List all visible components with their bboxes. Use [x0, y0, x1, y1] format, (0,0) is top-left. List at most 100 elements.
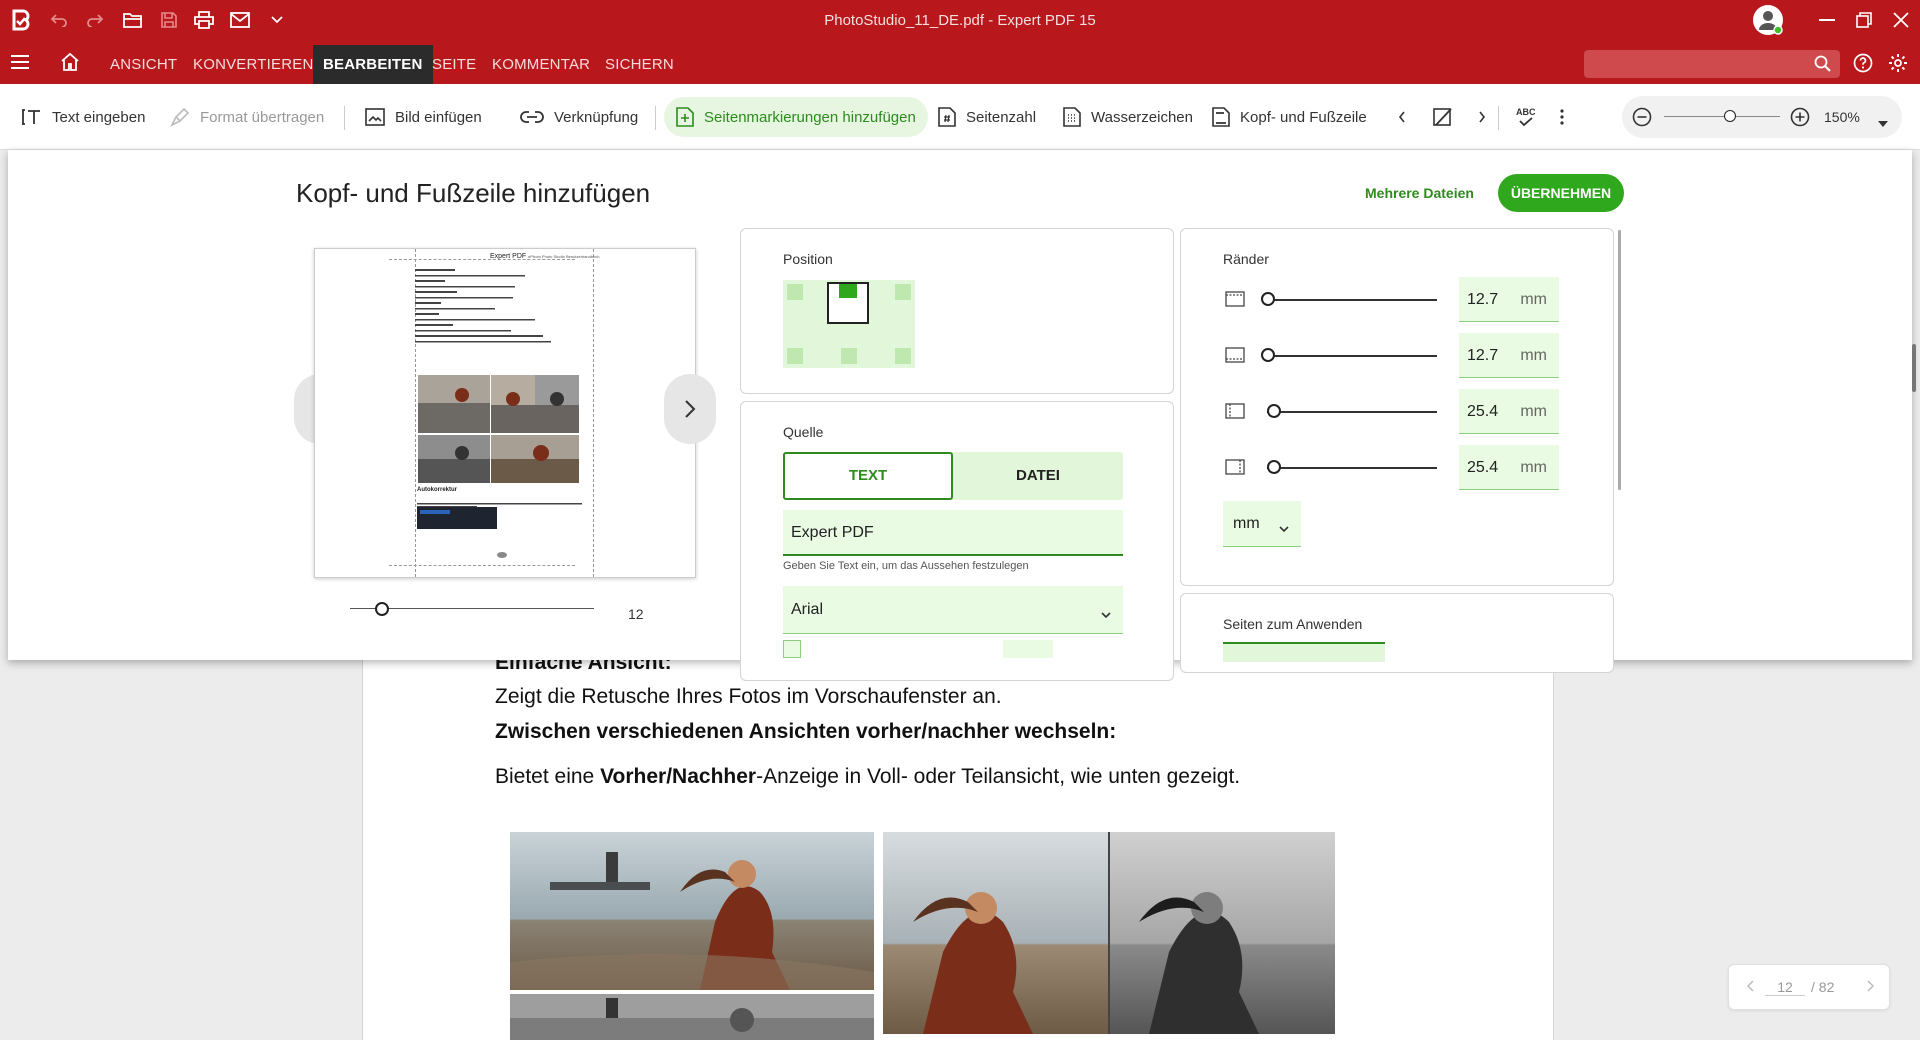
margin-top-slider-knob[interactable]: [1261, 292, 1275, 306]
format-uebertragen-button[interactable]: Format übertragen: [162, 97, 332, 137]
seiten-label: Seiten zum Anwenden: [1223, 616, 1363, 632]
doc-text-span: Bietet eine: [495, 765, 601, 788]
unit-select[interactable]: mm: [1223, 501, 1301, 547]
help-icon[interactable]: [1853, 53, 1873, 78]
bild-einfuegen-button[interactable]: Bild einfügen: [357, 97, 490, 137]
preview-photo-thumb: [491, 375, 579, 433]
seiten-toggle[interactable]: [1223, 642, 1385, 662]
window-title: PhotoStudio_11_DE.pdf - Expert PDF 15: [824, 12, 1096, 29]
chevron-right-icon: [1478, 111, 1486, 123]
zoom-slider-track[interactable]: [1664, 116, 1780, 117]
tab-ansicht[interactable]: ANSICHT: [100, 45, 187, 84]
tab-konvertieren[interactable]: KONVERTIEREN: [183, 45, 323, 84]
next-page-icon[interactable]: [1867, 979, 1875, 995]
quelle-label: Quelle: [783, 424, 824, 440]
margin-bottom-slider-track[interactable]: [1267, 355, 1437, 357]
raender-card: Ränder 12.7 mm 12.7 mm 25.4 mm 25.4 mm mm: [1180, 228, 1614, 586]
zoom-dropdown-icon[interactable]: [1878, 114, 1888, 132]
page-number-input[interactable]: 12: [1765, 979, 1805, 996]
zoom-control: 150%: [1622, 96, 1902, 138]
redact-button[interactable]: [1424, 97, 1462, 137]
doc-bold-span: Vorher/Nachher: [600, 765, 757, 788]
kopf-fusszeile-label: Kopf- und Fußzeile: [1240, 108, 1367, 126]
margin-right-slider-knob[interactable]: [1267, 460, 1281, 474]
zoom-out-icon[interactable]: [1632, 107, 1652, 132]
font-style-control[interactable]: [783, 640, 801, 658]
ribbon-separator: [655, 106, 656, 130]
margin-top-input[interactable]: 12.7 mm: [1459, 277, 1559, 322]
search-icon[interactable]: [1814, 55, 1832, 78]
position-cell-bottom-right[interactable]: [895, 348, 911, 364]
preview-photo-thumb: [491, 435, 579, 483]
bild-einfuegen-label: Bild einfügen: [395, 108, 482, 126]
margin-bottom-slider-knob[interactable]: [1261, 348, 1275, 362]
title-bar: PhotoStudio_11_DE.pdf - Expert PDF 15: [0, 0, 1920, 40]
wasserzeichen-button[interactable]: Wasserzeichen: [1055, 97, 1201, 137]
document-scrollbar-thumb[interactable]: [1912, 344, 1916, 392]
position-cell-bottom-left[interactable]: [787, 348, 803, 364]
close-icon[interactable]: [1886, 8, 1916, 32]
seitenmarkierungen-button[interactable]: Seitenmarkierungen hinzufügen: [664, 97, 928, 137]
margin-top-unit: mm: [1520, 291, 1547, 308]
position-cell-top-center[interactable]: [827, 282, 869, 324]
font-select-value: Arial: [791, 601, 824, 618]
position-cell-top-right[interactable]: [895, 284, 911, 300]
tab-seite[interactable]: SEITE: [422, 45, 486, 84]
margin-left-value: 25.4: [1467, 403, 1499, 420]
spell-check-button[interactable]: ABC: [1508, 97, 1544, 137]
verknuepfung-button[interactable]: Verknüpfung: [512, 97, 646, 137]
text-eingeben-label: Text eingeben: [52, 108, 146, 126]
margin-left-slider-track[interactable]: [1267, 411, 1437, 413]
preview-screenshot-thumb: [417, 507, 497, 529]
preview-page: Expert PDF ePhoto Photo Studio Benutzerh…: [314, 248, 696, 578]
search-input[interactable]: [1584, 50, 1840, 78]
preview-next-button[interactable]: [664, 374, 716, 444]
font-size-control[interactable]: [1003, 640, 1053, 658]
preview-photo-thumb: [418, 435, 490, 483]
margin-right-input[interactable]: 25.4 mm: [1459, 445, 1559, 490]
tab-bearbeiten[interactable]: BEARBEITEN: [313, 45, 433, 84]
margin-right-slider-track[interactable]: [1267, 467, 1437, 469]
restore-icon[interactable]: [1849, 8, 1879, 32]
header-text-input[interactable]: Expert PDF: [783, 510, 1123, 556]
seitenzahl-button[interactable]: Seitenzahl: [930, 97, 1044, 137]
minimize-icon[interactable]: [1812, 8, 1842, 32]
account-avatar[interactable]: [1748, 5, 1788, 35]
uebernehmen-button[interactable]: ÜBERNEHMEN: [1498, 174, 1624, 212]
home-icon[interactable]: [60, 52, 80, 77]
more-options-button[interactable]: [1552, 97, 1572, 137]
source-text-tab[interactable]: TEXT: [783, 452, 953, 500]
margin-bottom-input[interactable]: 12.7 mm: [1459, 333, 1559, 378]
preview-margin-guide: [593, 249, 594, 577]
prev-page-icon[interactable]: [1746, 979, 1754, 995]
zoom-in-icon[interactable]: [1790, 107, 1810, 132]
doc-paragraph: Zeigt die Retusche Ihres Fotos im Vorsch…: [495, 685, 1002, 708]
source-datei-tab[interactable]: DATEI: [953, 452, 1123, 500]
margin-left-icon: [1225, 403, 1245, 424]
font-select[interactable]: Arial: [783, 586, 1123, 634]
kopf-fusszeile-button[interactable]: Kopf- und Fußzeile: [1204, 97, 1375, 137]
preview-zoom-slider-knob[interactable]: [375, 602, 389, 616]
ribbon-scroll-left-button[interactable]: [1390, 97, 1414, 137]
dialog-scrollbar[interactable]: [1618, 230, 1621, 490]
preview-header-small: ePhoto Photo Studio Benutzerhandbuch: [528, 254, 600, 259]
tab-kommentar[interactable]: KOMMENTAR: [482, 45, 600, 84]
hamburger-menu-icon[interactable]: [10, 54, 30, 75]
margin-top-slider-track[interactable]: [1267, 299, 1437, 301]
margin-bottom-unit: mm: [1520, 347, 1547, 364]
ribbon-scroll-right-button[interactable]: [1470, 97, 1494, 137]
margin-top-value: 12.7: [1467, 291, 1499, 308]
position-cell-bottom-center[interactable]: [841, 348, 857, 364]
doc-photo-comparison: [883, 832, 1335, 1034]
mehrere-dateien-link[interactable]: Mehrere Dateien: [1365, 185, 1474, 201]
settings-gear-icon[interactable]: [1888, 53, 1908, 78]
margin-left-input[interactable]: 25.4 mm: [1459, 389, 1559, 434]
margin-left-unit: mm: [1520, 403, 1547, 420]
margin-left-slider-knob[interactable]: [1267, 404, 1281, 418]
dialog-title: Kopf- und Fußzeile hinzufügen: [296, 178, 651, 208]
position-cell-top-left[interactable]: [787, 284, 803, 300]
zoom-slider-knob[interactable]: [1724, 110, 1736, 122]
page-total: / 82: [1811, 979, 1835, 995]
text-eingeben-button[interactable]: Text eingeben: [14, 97, 153, 137]
tab-sichern[interactable]: SICHERN: [595, 45, 684, 84]
